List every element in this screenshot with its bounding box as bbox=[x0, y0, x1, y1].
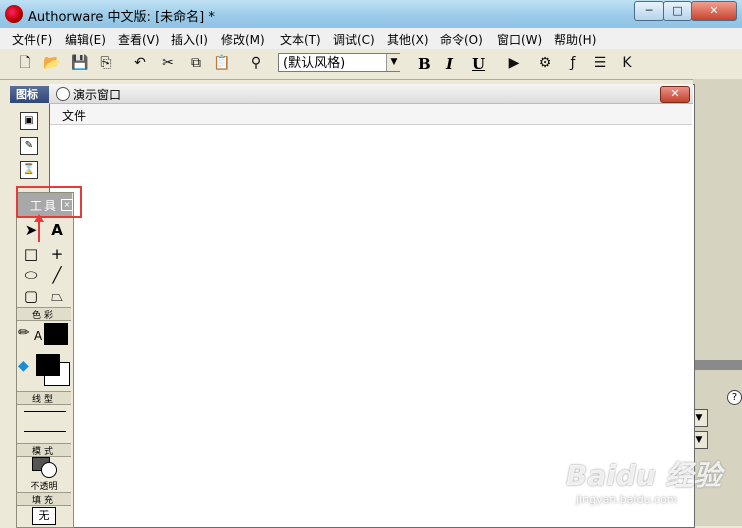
display-icon[interactable]: ▣ bbox=[20, 112, 38, 130]
italic-button[interactable]: I bbox=[446, 55, 453, 73]
text-tool[interactable]: A bbox=[46, 220, 68, 240]
fill-value[interactable]: 无 bbox=[32, 507, 56, 525]
fill-foreground-swatch[interactable] bbox=[36, 354, 60, 376]
presentation-menu-bar bbox=[50, 104, 692, 125]
menu-other[interactable]: 其他(X) bbox=[387, 31, 429, 48]
open-icon[interactable]: 📂 bbox=[42, 53, 62, 73]
fill-section-label: 填充 bbox=[17, 492, 71, 506]
style-select[interactable]: (默认风格) bbox=[278, 53, 400, 72]
presentation-window-title: 演示窗口 bbox=[73, 88, 122, 102]
import-icon[interactable]: ⎘ bbox=[96, 53, 116, 73]
chevron-down-icon[interactable]: ▼ bbox=[386, 54, 401, 71]
variables-icon[interactable]: ☰ bbox=[590, 53, 610, 73]
color-section-label: 色彩 bbox=[17, 307, 71, 321]
menu-debug[interactable]: 调试(C) bbox=[333, 31, 375, 48]
erase-icon[interactable]: ✎ bbox=[20, 137, 38, 155]
background-divider bbox=[693, 360, 742, 370]
line-section-label: 线型 bbox=[17, 391, 71, 405]
annotation-arrow-head bbox=[34, 214, 44, 222]
minimize-button[interactable]: ─ bbox=[634, 1, 664, 21]
menu-window[interactable]: 窗口(W) bbox=[497, 31, 542, 48]
menu-help[interactable]: 帮助(H) bbox=[554, 31, 596, 48]
fill-bucket-icon: ◆ bbox=[18, 358, 29, 374]
run-icon[interactable]: ▶ bbox=[504, 53, 524, 73]
menu-text[interactable]: 文本(T) bbox=[280, 31, 321, 48]
window-title: Authorware 中文版: [未命名] * bbox=[28, 10, 215, 25]
mode-circle-icon bbox=[41, 462, 57, 478]
presentation-title-bar bbox=[49, 84, 693, 104]
menu-insert[interactable]: 插入(I) bbox=[171, 31, 208, 48]
undo-icon[interactable]: ↶ bbox=[130, 53, 150, 73]
find-icon[interactable]: ⚲ bbox=[246, 53, 266, 73]
close-icon[interactable]: ✕ bbox=[660, 86, 690, 103]
help-icon[interactable]: ? bbox=[727, 390, 742, 405]
annotation-highlight-box bbox=[16, 186, 82, 218]
presentation-window-icon bbox=[56, 87, 70, 101]
presentation-menu-file[interactable]: 文件 bbox=[62, 107, 86, 124]
paste-icon[interactable]: 📋 bbox=[212, 53, 232, 73]
save-all-icon[interactable]: 💾 bbox=[70, 53, 90, 73]
rectangle-tool[interactable]: □ bbox=[20, 244, 42, 264]
knowledge-objects-icon[interactable]: K bbox=[617, 53, 637, 73]
line-style-option[interactable] bbox=[24, 411, 66, 412]
diagonal-line-tool[interactable]: ╱ bbox=[46, 265, 68, 285]
new-icon[interactable]: 🗋 bbox=[15, 53, 35, 73]
line-color-swatch[interactable] bbox=[44, 323, 68, 345]
rounded-rectangle-tool[interactable]: ▢ bbox=[20, 286, 42, 306]
bold-button[interactable]: B bbox=[418, 55, 431, 73]
menu-command[interactable]: 命令(O) bbox=[440, 31, 483, 48]
polygon-tool[interactable]: ⏢ bbox=[46, 286, 68, 306]
text-color-icon: A bbox=[34, 329, 43, 343]
icon-palette-title: 图标 bbox=[10, 86, 50, 103]
close-button[interactable]: ✕ bbox=[691, 1, 737, 21]
line-tool[interactable]: + bbox=[46, 244, 68, 264]
copy-icon[interactable]: ⧉ bbox=[186, 53, 206, 73]
underline-button[interactable]: U bbox=[472, 55, 485, 73]
functions-icon[interactable]: ƒ bbox=[563, 53, 583, 73]
menu-file[interactable]: 文件(F) bbox=[12, 31, 52, 48]
mode-value[interactable]: 不透明 bbox=[17, 479, 71, 492]
pencil-icon: ✏ bbox=[18, 325, 30, 341]
wait-icon[interactable]: ⌛ bbox=[20, 161, 38, 179]
menu-modify[interactable]: 修改(M) bbox=[221, 31, 265, 48]
control-panel-icon[interactable]: ⚙ bbox=[535, 53, 555, 73]
menu-edit[interactable]: 编辑(E) bbox=[65, 31, 106, 48]
watermark-url: jingyan.baidu.com bbox=[576, 493, 678, 506]
maximize-button[interactable]: □ bbox=[663, 1, 692, 21]
mode-section-label: 模式 bbox=[17, 443, 71, 457]
cut-icon[interactable]: ✂ bbox=[158, 53, 178, 73]
oval-tool[interactable]: ⬭ bbox=[20, 265, 42, 285]
menu-view[interactable]: 查看(V) bbox=[118, 31, 160, 48]
line-style-option[interactable] bbox=[24, 431, 66, 432]
watermark: Baidu 经验 bbox=[566, 459, 722, 492]
authorware-app-icon bbox=[5, 5, 23, 23]
